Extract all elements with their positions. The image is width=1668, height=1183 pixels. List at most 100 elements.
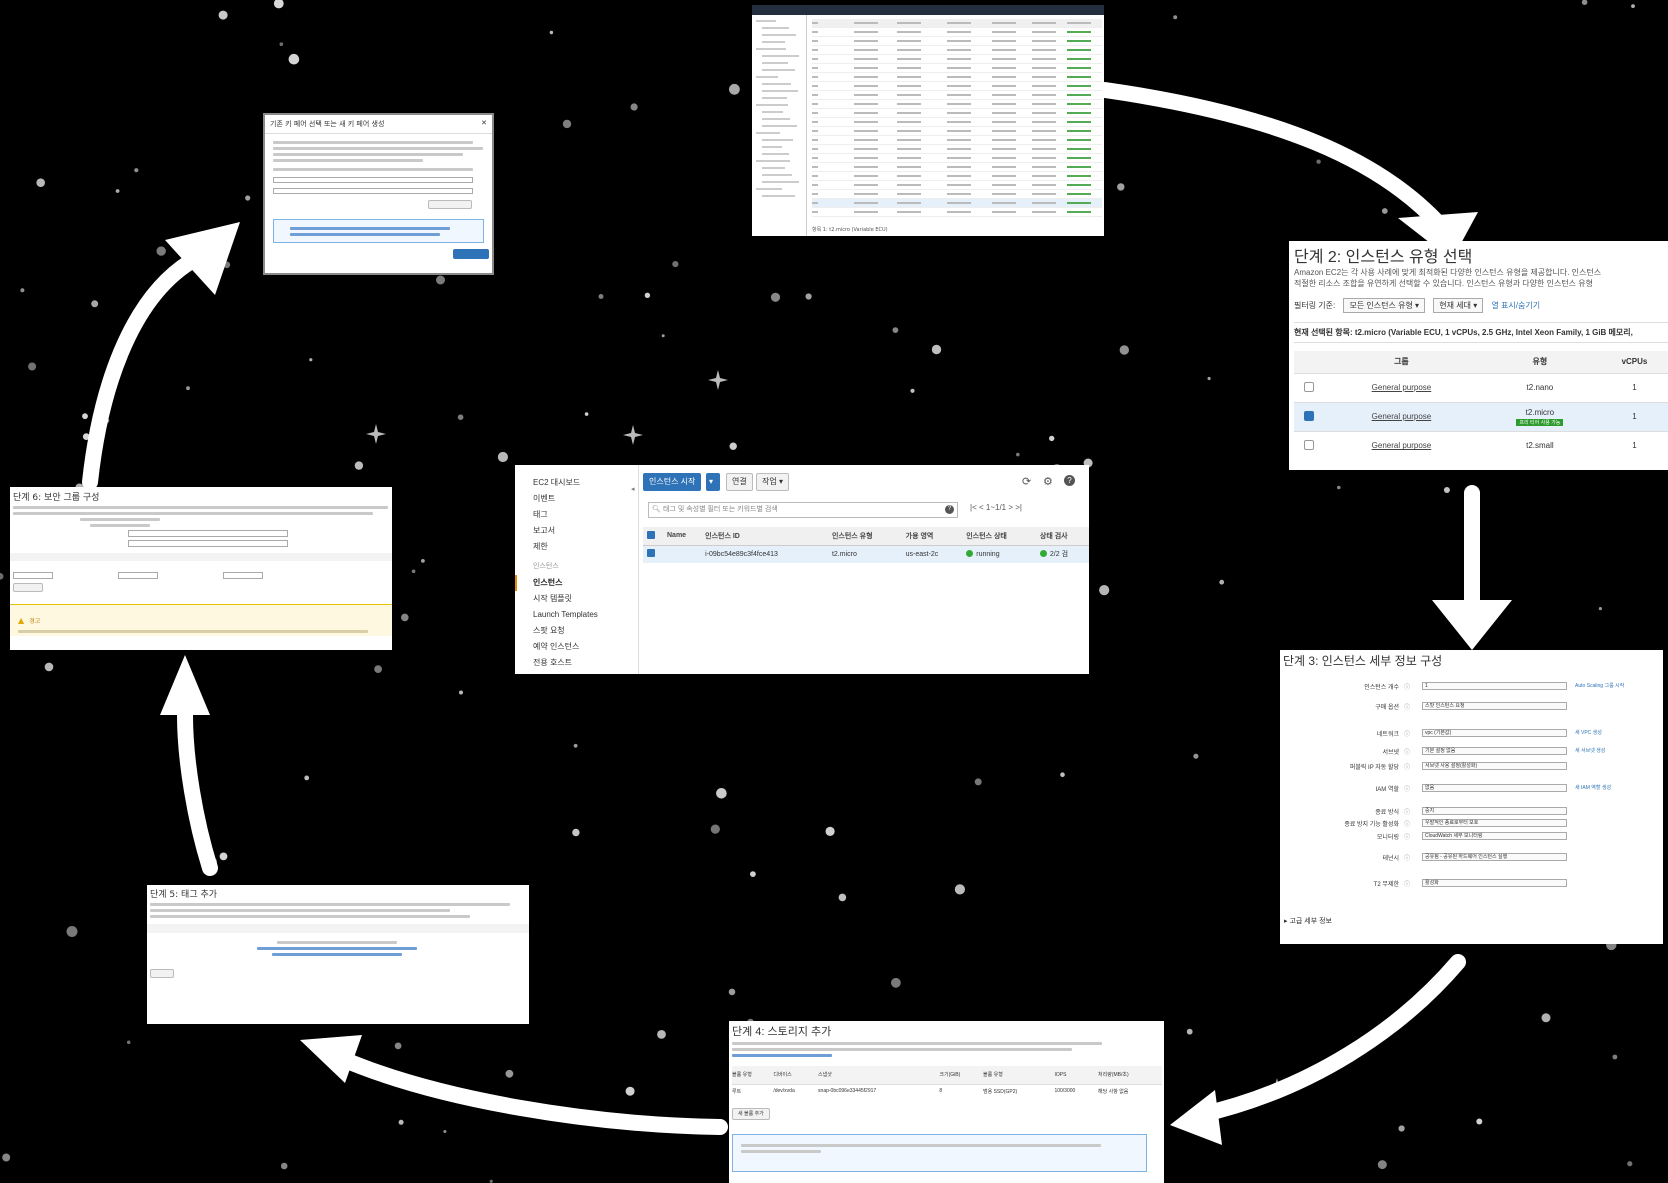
field-input[interactable]: 스팟 인스턴스 요청 <box>1422 702 1567 710</box>
info-icon[interactable]: ⓘ <box>1404 762 1410 771</box>
info-icon[interactable]: ⓘ <box>1404 879 1410 888</box>
instance-search-input[interactable]: 🔍︎ 태그 및 속성별 필터 또는 키워드별 검색 ? <box>648 502 958 518</box>
search-help-icon[interactable]: ? <box>945 505 954 514</box>
list-row[interactable] <box>812 136 1102 145</box>
sidebar-item[interactable]: Launch Templates <box>515 607 638 623</box>
info-icon[interactable]: ⓘ <box>1404 853 1410 862</box>
sg-name-field[interactable] <box>128 530 288 537</box>
refresh-icon[interactable]: ⟳ <box>1022 475 1031 488</box>
info-icon[interactable]: ⓘ <box>1404 807 1410 816</box>
table-row[interactable]: General purpose t2.small 1 <box>1294 430 1668 460</box>
list-row[interactable] <box>812 172 1102 181</box>
column-header[interactable]: 인스턴스 유형 <box>827 527 902 546</box>
list-row[interactable] <box>812 163 1102 172</box>
sidebar-item[interactable]: 스팟 요청 <box>515 623 638 639</box>
table-row[interactable]: General purpose t2.nano 1 <box>1294 372 1668 402</box>
launch-instances-button[interactable] <box>453 249 489 259</box>
show-hide-columns-link[interactable]: 열 표시/숨기기 <box>1491 301 1540 310</box>
list-row[interactable] <box>812 154 1102 163</box>
launch-instance-button[interactable]: 인스턴스 시작 <box>643 473 702 491</box>
filter-generation-select[interactable]: 현재 세대 ▾ <box>1433 298 1484 313</box>
sg-rule-row[interactable] <box>13 564 389 579</box>
row-checkbox[interactable] <box>1304 410 1314 421</box>
sidebar-item[interactable]: 태그 <box>515 507 638 523</box>
info-icon[interactable]: ⓘ <box>1404 729 1410 738</box>
add-tag-button[interactable] <box>150 969 174 978</box>
key-pair-name-field[interactable] <box>273 188 473 194</box>
add-rule-button[interactable] <box>13 583 43 592</box>
column-header[interactable]: 가용 영역 <box>901 527 963 546</box>
column-header[interactable]: Name <box>663 527 702 546</box>
gear-icon[interactable]: ⚙ <box>1043 475 1053 488</box>
field-input[interactable]: 서브넷 사용 설정(활성화) <box>1422 762 1567 770</box>
download-key-pair-button[interactable] <box>428 200 472 209</box>
field-input[interactable]: 없음 <box>1422 784 1567 792</box>
field-input[interactable]: 중지 <box>1422 807 1567 815</box>
field-input[interactable]: 우발적인 종료로부터 보호 <box>1422 819 1567 827</box>
list-row[interactable] <box>812 19 1102 28</box>
info-icon[interactable]: ⓘ <box>1404 682 1410 691</box>
select-all-checkbox[interactable] <box>647 530 655 539</box>
field-input[interactable]: 기본 설정 없음 <box>1422 747 1567 755</box>
row-checkbox[interactable] <box>647 549 655 558</box>
field-input[interactable]: CloudWatch 세부 모니터링 <box>1422 832 1567 840</box>
list-row[interactable] <box>812 190 1102 199</box>
sidebar-item[interactable]: EC2 대시보드 <box>515 475 638 491</box>
storage-cell[interactable]: 범용 SSD(GP2) <box>983 1084 1054 1098</box>
sidebar-item[interactable]: 보고서 <box>515 523 638 539</box>
add-volume-button[interactable]: 새 볼륨 추가 <box>732 1108 770 1120</box>
list-row[interactable] <box>812 37 1102 46</box>
row-checkbox[interactable] <box>1304 439 1314 450</box>
table-row[interactable]: i-09bc54e89c3f4fce413 t2.micro us-east-2c r… <box>643 545 1089 563</box>
list-row[interactable] <box>812 109 1102 118</box>
connect-button[interactable]: 연결 <box>726 473 753 491</box>
advanced-details-toggle[interactable]: ▸ 고급 세부 정보 <box>1284 916 1332 926</box>
sidebar-item[interactable]: 예약 인스턴스 <box>515 639 638 655</box>
list-row[interactable] <box>812 100 1102 109</box>
field-link[interactable]: 새 서브넷 생성 <box>1575 747 1605 754</box>
field-link[interactable]: Auto Scaling 그룹 시작 <box>1575 682 1624 689</box>
sg-description-field[interactable] <box>128 540 288 547</box>
sidebar-item[interactable]: 이벤트 <box>515 491 638 507</box>
list-row[interactable] <box>812 91 1102 100</box>
sidebar-item[interactable]: 인스턴스 <box>515 575 638 591</box>
info-icon[interactable]: ⓘ <box>1404 747 1410 756</box>
filter-all-types-select[interactable]: 모든 인스턴스 유형 ▾ <box>1343 298 1426 313</box>
column-header[interactable]: 상태 검사 <box>1035 527 1089 546</box>
sidebar-item[interactable]: 시작 템플릿 <box>515 591 638 607</box>
list-row[interactable] <box>812 28 1102 37</box>
row-checkbox[interactable] <box>1304 381 1314 392</box>
list-row[interactable] <box>812 73 1102 82</box>
list-row[interactable] <box>812 46 1102 55</box>
field-link[interactable]: 새 IAM 역할 생성 <box>1575 784 1611 791</box>
info-icon[interactable]: ⓘ <box>1404 819 1410 828</box>
collapse-sidebar-icon[interactable]: ◂ <box>631 485 635 493</box>
close-icon[interactable]: ✕ <box>481 119 487 127</box>
list-row[interactable] <box>812 82 1102 91</box>
list-row[interactable] <box>812 199 1102 208</box>
list-row[interactable] <box>812 145 1102 154</box>
column-header[interactable]: 인스턴스 상태 <box>962 527 1036 546</box>
sidebar-item[interactable]: 제한 <box>515 539 638 555</box>
launch-dropdown-button[interactable]: ▾ <box>706 473 720 491</box>
key-pair-select[interactable] <box>273 177 473 183</box>
field-input[interactable]: vpc (기본값) <box>1422 729 1567 737</box>
list-row[interactable] <box>812 55 1102 64</box>
pagination[interactable]: |< < 1~1/1 > >| <box>970 503 1022 512</box>
list-row[interactable] <box>812 127 1102 136</box>
sidebar-item[interactable]: 전용 호스트 <box>515 655 638 671</box>
info-icon[interactable]: ⓘ <box>1404 832 1410 841</box>
list-row[interactable] <box>812 64 1102 73</box>
field-link[interactable]: 새 VPC 생성 <box>1575 729 1602 736</box>
list-row[interactable] <box>812 208 1102 217</box>
column-header[interactable]: 인스턴스 ID <box>701 527 828 546</box>
list-row[interactable] <box>812 118 1102 127</box>
field-input[interactable]: 1 <box>1422 682 1567 690</box>
table-row-selected[interactable]: General purpose t2.micro 프리 티어 사용 가능 1 <box>1294 401 1668 431</box>
field-input[interactable]: 활성화 <box>1422 879 1567 887</box>
actions-button[interactable]: 작업 ▾ <box>756 473 789 491</box>
info-icon[interactable]: ⓘ <box>1404 784 1410 793</box>
help-icon[interactable]: ? <box>1064 475 1075 486</box>
field-input[interactable]: 공유됨 - 공유된 하드웨어 인스턴스 실행 <box>1422 853 1567 861</box>
list-row[interactable] <box>812 181 1102 190</box>
